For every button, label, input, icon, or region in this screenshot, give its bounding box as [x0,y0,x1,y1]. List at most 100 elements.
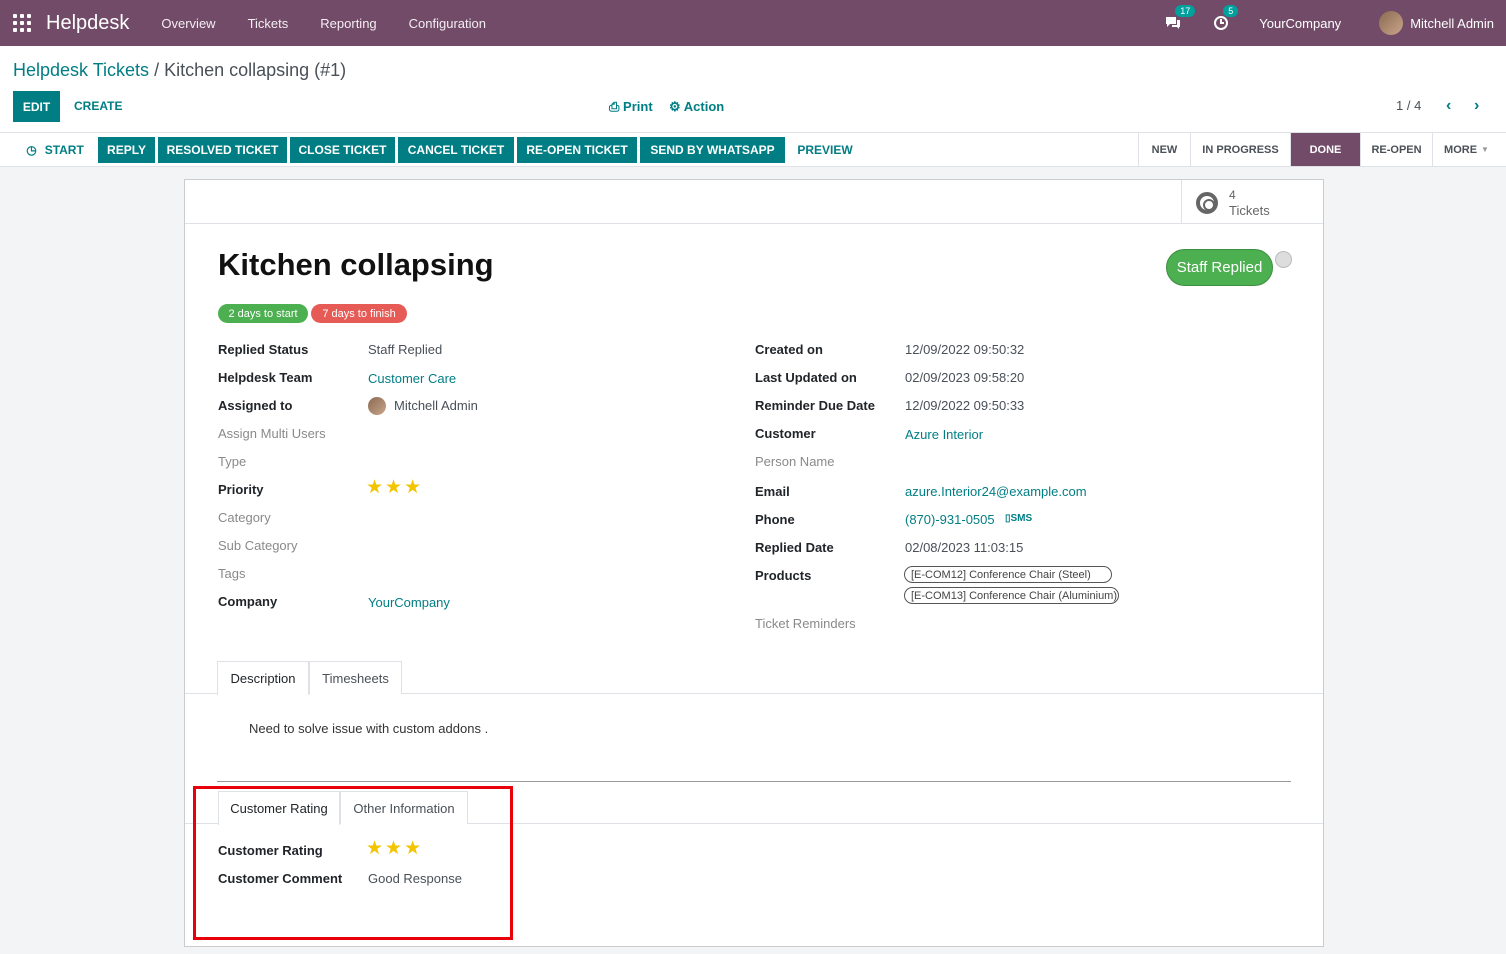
stage-new[interactable]: NEW [1138,133,1190,166]
star-icon[interactable]: ★ [366,477,385,498]
field-label-replied-status: Replied Status [218,342,309,357]
edit-button[interactable]: EDIT [13,91,60,122]
life-ring-icon [1196,192,1218,214]
notebook-tabs: Description Timesheets [185,661,1323,695]
send-whatsapp-button[interactable]: SEND BY WHATSAPP [640,137,785,163]
star-icon[interactable]: ★ [385,477,404,498]
field-created-on: 12/09/2022 09:50:32 [905,342,1025,357]
action-label: Action [683,99,725,114]
star-icon[interactable]: ★ [404,477,423,498]
print-dropdown[interactable]: ⎙ Print [609,99,653,115]
create-button[interactable]: CREATE [74,99,122,113]
tab-timesheets[interactable]: Timesheets [309,661,402,694]
menu-reporting[interactable]: Reporting [304,16,392,31]
clock-icon: ◷ [26,143,37,157]
field-helpdesk-team[interactable]: Customer Care [368,371,456,386]
tag-days-to-start: 2 days to start [218,304,308,323]
sms-button[interactable]: ▯SMS [1005,513,1032,524]
tickets-smart-button[interactable]: 4 Tickets [1181,180,1323,224]
field-label-last-updated: Last Updated on [755,370,857,385]
start-button[interactable]: ◷ START [20,137,90,163]
field-label-phone: Phone [755,512,795,527]
user-avatar[interactable] [1379,11,1404,35]
stage-reopen[interactable]: RE-OPEN [1360,133,1432,166]
field-label-assign-multi-users: Assign Multi Users [218,426,326,441]
stage-more-label: MORE [1444,143,1478,156]
stage-in-progress[interactable]: IN PROGRESS [1190,133,1290,166]
field-last-updated: 02/09/2023 09:58:20 [905,370,1025,385]
field-email[interactable]: azure.Interior24@example.com [905,484,1087,499]
reply-button[interactable]: REPLY [98,137,155,163]
field-label-created-on: Created on [755,342,823,357]
gear-icon: ⚙ [669,99,681,114]
priority-stars[interactable]: ★★★ [366,476,423,499]
tickets-label: Tickets [1229,203,1270,218]
field-assigned-to[interactable]: Mitchell Admin [394,398,478,413]
field-label-person-name: Person Name [755,454,835,469]
field-reminder-due-date: 12/09/2022 09:50:33 [905,398,1025,413]
field-label-priority: Priority [218,482,264,497]
tickets-count: 4 [1229,188,1236,202]
menu-overview[interactable]: Overview [145,16,231,31]
caret-down-icon: ▼ [1481,145,1489,154]
field-replied-status: Staff Replied [368,342,443,357]
field-label-email: Email [755,484,790,499]
action-dropdown[interactable]: ⚙ Action [669,99,724,115]
field-label-assigned-to: Assigned to [218,398,293,413]
field-phone[interactable]: (870)-931-0505 [905,512,995,527]
pager-value[interactable]: 1 / 4 [1396,98,1421,113]
close-ticket-button[interactable]: CLOSE TICKET [290,137,395,163]
field-label-tags: Tags [218,566,246,581]
field-label-type: Type [218,454,247,469]
breadcrumb-parent[interactable]: Helpdesk Tickets [13,60,149,80]
activities-icon[interactable]: 5 [1211,5,1239,33]
start-label: START [44,143,84,157]
ticket-title: Kitchen collapsing [218,247,494,282]
assignee-avatar [368,397,386,415]
product-tag[interactable]: [E-COM12] Conference Chair (Steel) [904,566,1112,583]
field-label-reminder-due-date: Reminder Due Date [755,398,875,413]
field-replied-date: 02/08/2023 11:03:15 [905,540,1024,555]
menu-tickets[interactable]: Tickets [232,16,305,31]
kanban-state-icon[interactable] [1275,251,1292,268]
field-label-products: Products [755,568,812,583]
messages-icon[interactable]: 17 [1163,5,1196,33]
field-label-ticket-reminders: Ticket Reminders [755,616,856,631]
tag-days-to-finish: 7 days to finish [311,304,407,323]
breadcrumb-separator: / [149,60,165,80]
apps-menu-icon[interactable] [13,14,31,32]
cancel-ticket-button[interactable]: CANCEL TICKET [398,137,514,163]
stage-more[interactable]: MORE ▼ [1432,133,1500,166]
field-customer[interactable]: Azure Interior [905,427,983,442]
field-label-customer: Customer [755,426,816,441]
top-navbar: Helpdesk Overview Tickets Reporting Conf… [0,0,1506,46]
description-text[interactable]: Need to solve issue with custom addons . [249,721,488,736]
separator [217,781,1291,782]
field-label-company: Company [218,594,278,609]
reopen-ticket-button[interactable]: RE-OPEN TICKET [517,137,637,163]
app-brand[interactable]: Helpdesk [46,12,129,35]
chevron-right-icon[interactable]: › [1474,97,1479,115]
field-label-category: Category [218,510,271,525]
resolved-ticket-button[interactable]: RESOLVED TICKET [158,137,287,163]
chevron-left-icon[interactable]: ‹ [1446,97,1451,115]
print-label: Print [623,99,653,114]
highlight-box [193,786,513,940]
field-label-replied-date: Replied Date [755,540,834,555]
control-panel: Helpdesk Tickets / Kitchen collapsing (#… [0,46,1506,133]
menu-configuration[interactable]: Configuration [393,16,502,31]
field-label-sub-category: Sub Category [218,538,298,553]
company-switcher[interactable]: YourCompany [1259,16,1341,31]
print-icon: ⎙ [609,99,620,114]
field-company[interactable]: YourCompany [368,595,450,610]
breadcrumb: Helpdesk Tickets / Kitchen collapsing (#… [13,60,346,81]
tab-description[interactable]: Description [217,661,309,695]
status-ribbon: Staff Replied [1166,249,1273,286]
preview-button[interactable]: PREVIEW [790,137,860,163]
user-menu[interactable]: Mitchell Admin [1410,16,1494,31]
button-box: 4 Tickets [185,180,1323,224]
product-tag[interactable]: [E-COM13] Conference Chair (Aluminium) [904,587,1119,604]
status-bar: ◷ START REPLY RESOLVED TICKET CLOSE TICK… [0,133,1506,167]
sms-label: SMS [1010,513,1033,524]
stage-done[interactable]: DONE [1290,133,1360,166]
